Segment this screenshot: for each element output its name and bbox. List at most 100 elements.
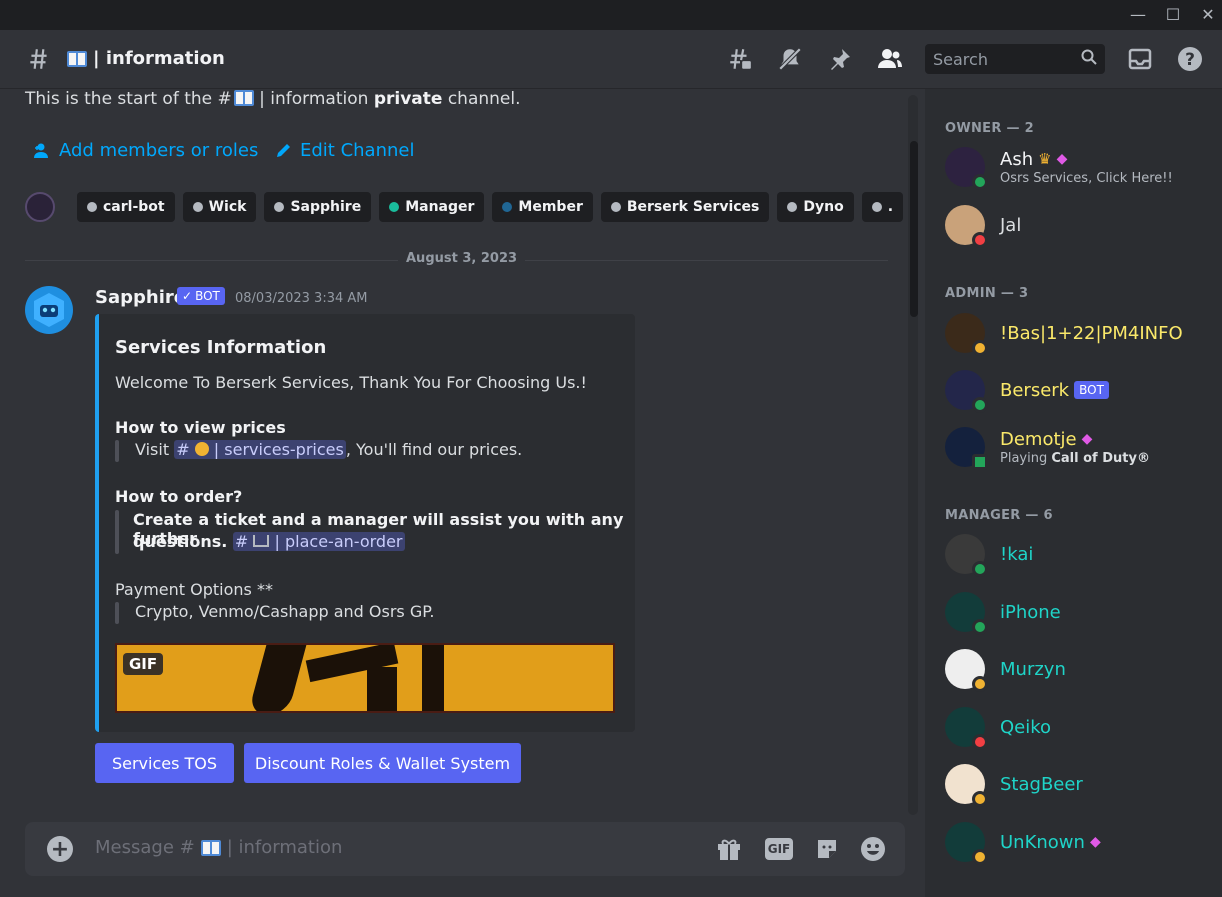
avatar xyxy=(945,649,988,692)
gif-icon[interactable]: GIF xyxy=(765,835,793,863)
inbox-icon[interactable] xyxy=(1125,44,1155,74)
sapphire-bot-icon xyxy=(34,293,64,327)
role-chip[interactable]: Wick xyxy=(182,192,257,222)
member-item[interactable]: !Bas|1+22|PM4INFO xyxy=(945,311,1215,356)
placeholder-prefix: Message # xyxy=(95,837,195,858)
help-icon[interactable]: ? xyxy=(1175,44,1205,74)
embed-prices-heading: How to view prices xyxy=(115,418,286,437)
edit-channel-button[interactable]: Edit Channel xyxy=(275,140,414,161)
role-chip[interactable]: Member xyxy=(492,192,593,222)
date-divider-label: August 3, 2023 xyxy=(398,251,526,266)
message-timestamp[interactable]: 08/03/2023 3:34 AM xyxy=(235,291,368,306)
mention-label: | services-prices xyxy=(213,440,344,459)
intro-suffix: channel. xyxy=(442,89,521,109)
role-chip[interactable]: carl-bot xyxy=(77,192,175,222)
role-chip[interactable]: . xyxy=(861,192,904,222)
mute-bell-icon[interactable] xyxy=(775,44,805,74)
hashtag-icon: # xyxy=(176,440,190,459)
blockquote-bar xyxy=(115,510,119,554)
chat-scrollbar-thumb[interactable] xyxy=(910,141,918,317)
avatar[interactable] xyxy=(25,192,55,222)
services-tos-button[interactable]: Services TOS xyxy=(95,743,234,783)
avatar xyxy=(945,764,988,807)
hashtag-lock-icon xyxy=(24,44,54,74)
member-name: UnKnown xyxy=(1000,831,1085,853)
money-face-icon xyxy=(194,442,209,456)
member-name: !Bas|1+22|PM4INFO xyxy=(1000,322,1183,344)
avatar xyxy=(945,427,988,470)
role-color-dot xyxy=(610,202,621,212)
member-group-label: ADMIN — 3 xyxy=(945,286,1029,301)
member-item[interactable]: !kai xyxy=(945,532,1215,577)
avatar xyxy=(945,370,988,413)
bot-badge: ✓ BOT xyxy=(177,287,225,305)
member-item[interactable]: iPhone xyxy=(945,590,1215,635)
avatar[interactable] xyxy=(25,286,73,334)
role-label: Berserk Services xyxy=(626,199,760,215)
add-members-button[interactable]: Add members or roles xyxy=(33,140,258,161)
role-color-dot xyxy=(87,202,97,212)
member-item[interactable]: Ash ♛ ◆ Osrs Services, Click Here!! xyxy=(945,145,1215,190)
avatar xyxy=(945,707,988,750)
message-author[interactable]: Sapphire xyxy=(95,287,186,308)
close-icon[interactable]: ✕ xyxy=(1198,5,1218,25)
role-label: Manager xyxy=(405,199,475,215)
member-status-text: Osrs Services, Click Here!! xyxy=(1000,170,1173,186)
member-item[interactable]: UnKnown ◆ xyxy=(945,820,1215,865)
add-attachment-button[interactable]: + xyxy=(47,836,73,862)
message-composer[interactable]: + Message # | information GIF xyxy=(25,822,905,876)
window-titlebar: — ☐ ✕ xyxy=(0,0,1222,30)
embed-prices-line: Visit # | services-prices, You'll find o… xyxy=(135,440,522,459)
role-chip[interactable]: Berserk Services xyxy=(600,192,770,222)
embed-gif-image[interactable]: GIF xyxy=(115,643,615,713)
gift-icon[interactable] xyxy=(715,835,743,863)
channel-title: | information xyxy=(67,48,225,69)
maximize-icon[interactable]: ☐ xyxy=(1163,5,1183,25)
member-name: StagBeer xyxy=(1000,773,1083,795)
mention-label: | place-an-order xyxy=(274,532,403,551)
pin-icon[interactable] xyxy=(825,44,855,74)
member-item[interactable]: Murzyn xyxy=(945,647,1215,692)
member-item[interactable]: Berserk BOT xyxy=(945,368,1215,413)
sticker-icon[interactable] xyxy=(813,835,841,863)
bot-badge: BOT xyxy=(1074,381,1109,399)
book-icon xyxy=(67,50,87,67)
role-chip[interactable]: Dyno xyxy=(777,192,854,222)
member-list: OWNER — 2 Ash ♛ ◆ Osrs Services, Click Her… xyxy=(925,89,1222,897)
role-color-dot xyxy=(787,202,798,212)
member-item[interactable]: Demotje ◆ Playing Call of Duty® xyxy=(945,425,1215,470)
message-input[interactable]: Message # | information xyxy=(95,837,342,858)
order-line2-text: questions. xyxy=(133,532,228,551)
status-online-icon xyxy=(972,561,988,577)
embed-title: Services Information xyxy=(115,337,327,358)
member-name: Ash xyxy=(1000,148,1034,170)
status-idle-icon xyxy=(972,340,988,356)
prices-visit: Visit xyxy=(135,440,170,459)
member-item[interactable]: Qeiko xyxy=(945,705,1215,750)
member-name: Demotje xyxy=(1000,428,1077,450)
member-group-label: MANAGER — 6 xyxy=(945,508,1053,523)
intro-middle: | information xyxy=(253,89,374,109)
role-label: Member xyxy=(518,199,583,215)
search-input[interactable]: Search xyxy=(925,44,1105,74)
member-item[interactable]: StagBeer xyxy=(945,762,1215,807)
gif-icon-label: GIF xyxy=(765,838,793,860)
emoji-icon[interactable] xyxy=(859,835,887,863)
minimize-icon[interactable]: — xyxy=(1128,5,1148,25)
discount-roles-button[interactable]: Discount Roles & Wallet System xyxy=(244,743,521,783)
channel-mention-place-an-order[interactable]: # | place-an-order xyxy=(232,532,405,551)
role-chip[interactable]: Manager xyxy=(379,192,485,222)
status-idle-icon xyxy=(972,791,988,807)
role-chip[interactable]: Sapphire xyxy=(264,192,372,222)
role-label: Dyno xyxy=(803,199,844,215)
member-item[interactable]: Jal xyxy=(945,203,1215,248)
svg-text:?: ? xyxy=(1185,50,1195,70)
activity-game: Call of Duty® xyxy=(1051,450,1150,466)
member-group-label: OWNER — 2 xyxy=(945,121,1034,136)
search-placeholder: Search xyxy=(933,50,988,69)
members-icon[interactable] xyxy=(875,44,905,74)
channel-mention-services-prices[interactable]: # | services-prices xyxy=(174,440,346,459)
status-online-icon xyxy=(972,397,988,413)
channel-access-list: carl-bot Wick Sapphire Manager Member Be… xyxy=(25,192,904,222)
threads-icon[interactable] xyxy=(725,44,755,74)
